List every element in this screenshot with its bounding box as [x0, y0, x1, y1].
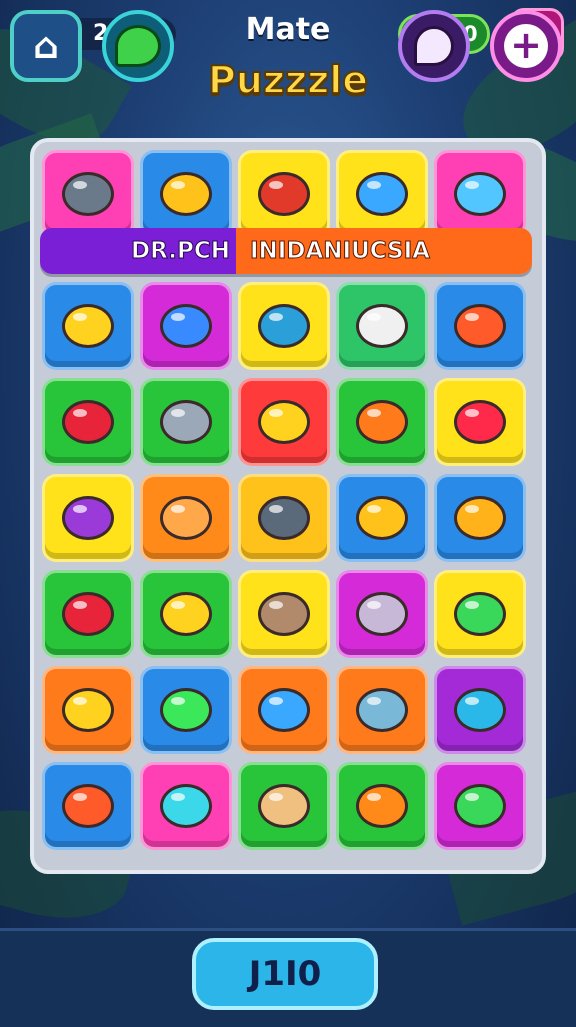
chat-button[interactable] — [102, 10, 174, 82]
board-tile[interactable] — [238, 378, 330, 466]
game-title-line2: Puzzzle — [207, 57, 369, 103]
tile-gem-icon — [356, 304, 408, 348]
combo-banner: DR.PCH INIDANIUCSIA — [40, 228, 532, 274]
board-tile[interactable] — [42, 282, 134, 370]
board-tile[interactable] — [238, 762, 330, 850]
tile-gem-icon — [356, 784, 408, 828]
tile-gem-icon — [258, 784, 310, 828]
tile-gem-icon — [454, 172, 506, 216]
tile-gem-icon — [258, 304, 310, 348]
tile-gem-icon — [356, 172, 408, 216]
board-tile[interactable] — [42, 570, 134, 658]
tile-gem-icon — [160, 496, 212, 540]
tile-gem-icon — [258, 400, 310, 444]
tile-gem-icon — [62, 400, 114, 444]
board-tile[interactable] — [434, 378, 526, 466]
board-tile[interactable] — [42, 666, 134, 754]
board-tile[interactable] — [238, 474, 330, 562]
tile-gem-icon — [454, 784, 506, 828]
tile-gem-icon — [258, 172, 310, 216]
tile-gem-icon — [454, 592, 506, 636]
banner-right-text: INIDANIUCSIA — [236, 228, 532, 274]
add-button[interactable]: + — [490, 10, 562, 82]
tile-gem-icon — [356, 592, 408, 636]
tile-gem-icon — [258, 496, 310, 540]
board-tile[interactable] — [140, 570, 232, 658]
tile-gem-icon — [454, 496, 506, 540]
tile-gem-icon — [454, 304, 506, 348]
hint-button[interactable] — [398, 10, 470, 82]
board-tile[interactable] — [42, 474, 134, 562]
tile-gem-icon — [160, 400, 212, 444]
tile-gem-icon — [356, 496, 408, 540]
tile-gem-icon — [160, 304, 212, 348]
board-tile[interactable] — [434, 150, 526, 238]
banner-left-text: DR.PCH — [40, 228, 236, 274]
center-play-button[interactable]: J1I0 — [192, 938, 378, 1010]
board-tile[interactable] — [434, 282, 526, 370]
tile-gem-icon — [62, 688, 114, 732]
tile-gem-icon — [62, 496, 114, 540]
board-tile[interactable] — [336, 474, 428, 562]
board-tile[interactable] — [336, 282, 428, 370]
board-tile[interactable] — [140, 378, 232, 466]
board-tile[interactable] — [336, 570, 428, 658]
board-tile[interactable] — [238, 570, 330, 658]
board-tile[interactable] — [434, 666, 526, 754]
board-tile[interactable] — [42, 378, 134, 466]
board-tile[interactable] — [140, 474, 232, 562]
board-tile[interactable] — [238, 282, 330, 370]
tile-gem-icon — [62, 784, 114, 828]
board-tile[interactable] — [238, 150, 330, 238]
tile-gem-icon — [454, 688, 506, 732]
board-tile[interactable] — [140, 762, 232, 850]
board-tile[interactable] — [336, 378, 428, 466]
board-tile[interactable] — [434, 762, 526, 850]
tile-gem-icon — [62, 592, 114, 636]
tile-gem-icon — [356, 400, 408, 444]
home-icon: ⌂ — [33, 25, 59, 67]
tile-gem-icon — [160, 688, 212, 732]
chat-bubble-icon — [115, 25, 161, 67]
board-tile[interactable] — [42, 150, 134, 238]
board-tile[interactable] — [336, 666, 428, 754]
board-tile[interactable] — [434, 570, 526, 658]
board-tile[interactable] — [336, 150, 428, 238]
board-tile[interactable] — [140, 282, 232, 370]
tile-gem-icon — [454, 400, 506, 444]
board-tile[interactable] — [336, 762, 428, 850]
board-tile[interactable] — [434, 474, 526, 562]
board-tile[interactable] — [140, 150, 232, 238]
tile-gem-icon — [160, 172, 212, 216]
board-tile[interactable] — [140, 666, 232, 754]
board-tile[interactable] — [238, 666, 330, 754]
tile-gem-icon — [258, 688, 310, 732]
home-button[interactable]: ⌂ — [10, 10, 82, 82]
tile-gem-icon — [258, 592, 310, 636]
plus-icon: + — [504, 24, 548, 68]
tile-gem-icon — [356, 688, 408, 732]
leaf-icon — [414, 26, 454, 66]
tile-gem-icon — [160, 784, 212, 828]
tile-gem-icon — [160, 592, 212, 636]
tile-gem-icon — [62, 304, 114, 348]
tile-gem-icon — [62, 172, 114, 216]
board-tile[interactable] — [42, 762, 134, 850]
